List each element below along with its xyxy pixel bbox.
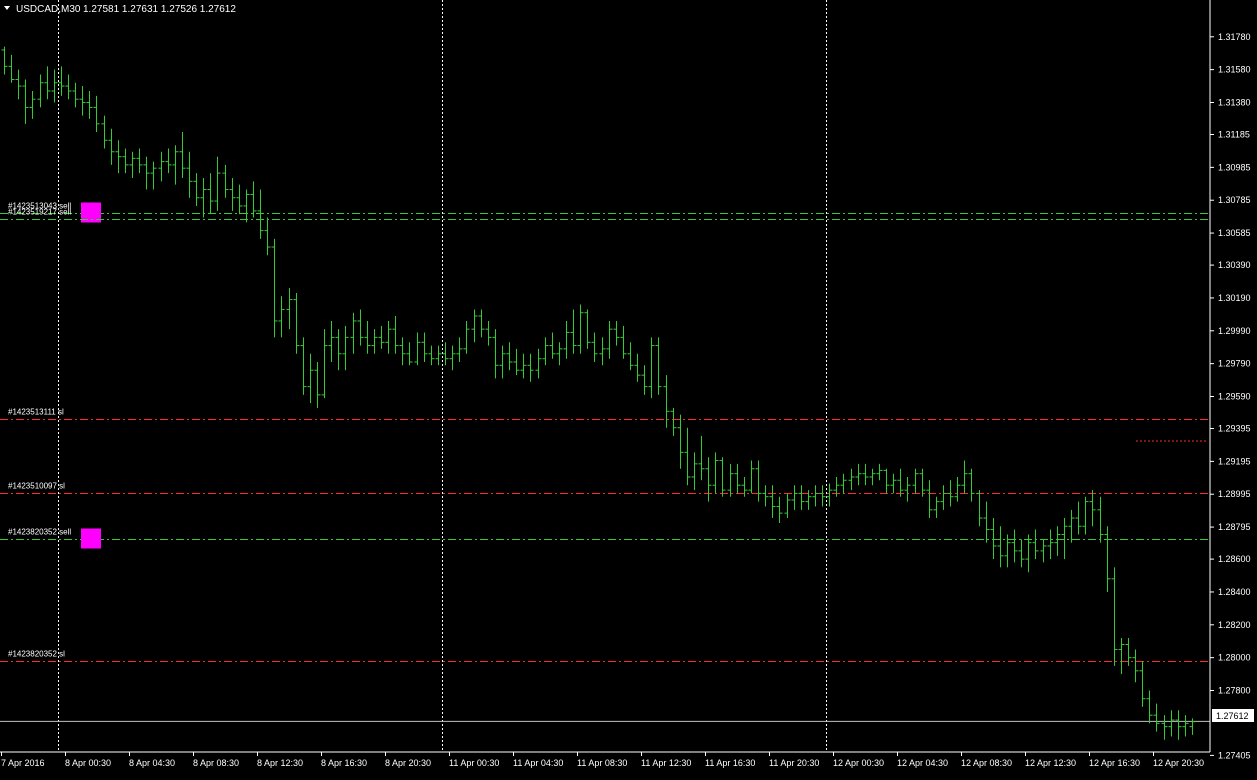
price-tick-label: 1.30585 [1218,228,1251,238]
price-tick-label: 1.28400 [1218,587,1251,597]
symbol-label: USDCAD,M30 [16,4,81,15]
chart-background [0,0,1257,775]
current-price-box: 1.27612 [1212,709,1254,722]
time-tick-label: 11 Apr 00:30 [449,758,499,768]
order-marker[interactable] [81,528,101,549]
time-tick-label: 8 Apr 00:30 [65,758,111,768]
price-tick-label: 1.28000 [1218,653,1251,663]
price-tick-label: 1.28600 [1218,554,1251,564]
time-tick-label: 11 Apr 20:30 [769,758,819,768]
price-tick-label: 1.31780 [1218,32,1251,42]
order-line-label: #1423519217 sell [8,208,71,217]
price-tick-label: 1.29590 [1218,391,1251,401]
time-tick-label: 8 Apr 08:30 [193,758,239,768]
time-tick-label: 12 Apr 04:30 [897,758,948,768]
order-line-label: #1423510097 sl [8,482,65,491]
time-tick-label: 8 Apr 12:30 [257,758,303,768]
chart-header: USDCAD,M30 1.27581 1.27631 1.27526 1.276… [4,4,236,15]
order-line-label: #1423513111 sl [8,408,64,417]
price-tick-label: 1.28200 [1218,620,1251,630]
time-tick-label: 11 Apr 08:30 [577,758,627,768]
price-tick-label: 1.30390 [1218,260,1251,270]
price-tick-label: 1.30785 [1218,195,1251,205]
price-tick-label: 1.30190 [1218,293,1251,303]
price-tick-label: 1.29790 [1218,359,1251,369]
chart-window[interactable]: #1423513043 sell #1423519217 sell #1423513… [0,0,1257,775]
price-chart[interactable]: #1423513043 sell#1423519217 sell#1423513… [0,0,1257,775]
price-tick-label: 1.29195 [1218,456,1251,466]
price-tick-label: 1.31185 [1218,130,1250,140]
order-line-label: #1423820352 sell [8,528,71,537]
time-tick-label: 8 Apr 20:30 [385,758,431,768]
time-tick-label: 12 Apr 16:30 [1089,758,1140,768]
price-tick-label: 1.29395 [1218,424,1251,434]
time-tick-label: 12 Apr 08:30 [961,758,1012,768]
time-tick-label: 8 Apr 16:30 [321,758,367,768]
ohlc-readout: 1.27581 1.27631 1.27526 1.27612 [83,4,236,15]
time-tick-label: 11 Apr 16:30 [705,758,755,768]
price-tick-label: 1.27800 [1218,686,1251,696]
order-line-label: #1423820352 sl [8,650,65,659]
price-tick-label: 1.29990 [1218,326,1251,336]
time-tick-label: 8 Apr 04:30 [129,758,175,768]
price-tick-label: 1.27405 [1218,750,1251,760]
time-tick-label: 12 Apr 12:30 [1025,758,1076,768]
price-tick-label: 1.31580 [1218,65,1251,75]
price-tick-label: 1.28995 [1218,489,1251,499]
time-tick-label: 12 Apr 20:30 [1153,758,1204,768]
time-tick-label: 12 Apr 00:30 [833,758,884,768]
current-price-label: 1.27612 [1216,711,1249,721]
time-tick-label: 7 Apr 2016 [1,758,45,768]
time-tick-label: 11 Apr 04:30 [513,758,563,768]
time-tick-label: 11 Apr 12:30 [641,758,691,768]
price-tick-label: 1.30985 [1218,162,1251,172]
price-tick-label: 1.28795 [1218,522,1251,532]
price-tick-label: 1.31380 [1218,97,1251,107]
